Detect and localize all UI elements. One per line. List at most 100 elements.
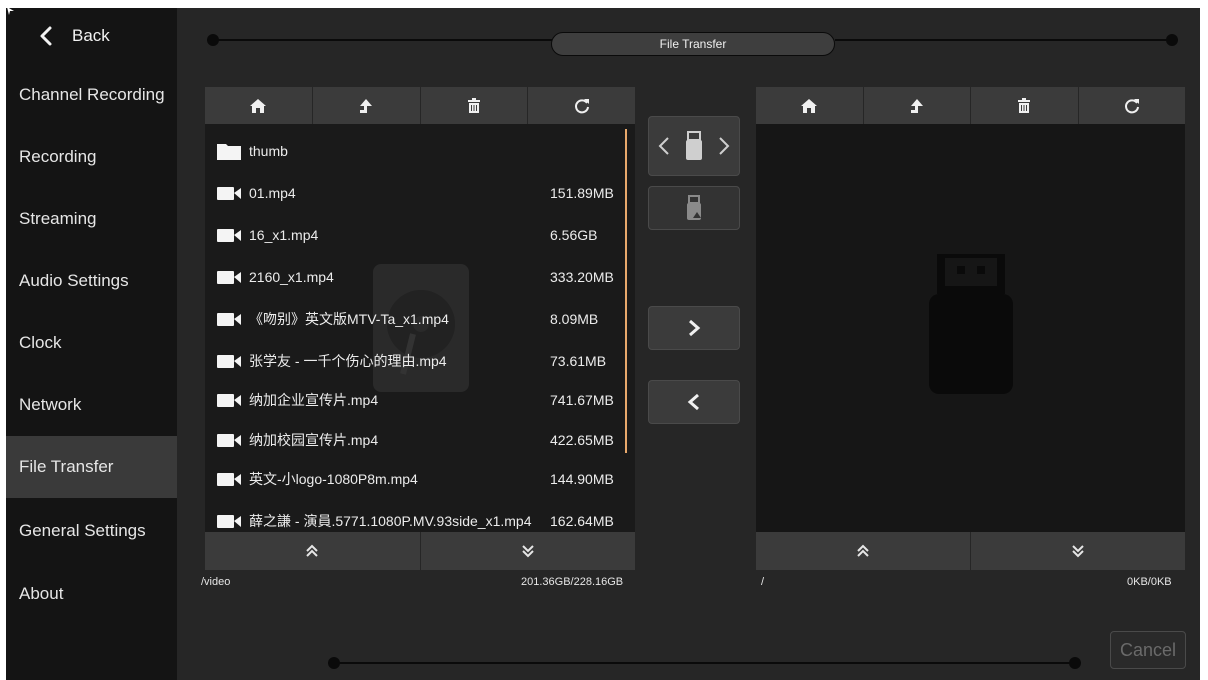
right-path: / — [761, 576, 765, 588]
file-row[interactable]: 01.mp4 151.89MB — [217, 178, 617, 208]
refresh-icon — [1124, 98, 1139, 113]
left-capacity: 201.36GB/228.16GB — [521, 576, 624, 588]
file-size: 422.65MB — [550, 432, 614, 448]
folder-icon — [217, 144, 241, 160]
left-home-button[interactable] — [205, 87, 313, 124]
mouse-cursor-icon — [7, 7, 14, 15]
main-content: File Transfer thumb 01.mp4 151.89MB 16_x… — [177, 8, 1200, 680]
right-up-button[interactable] — [863, 87, 971, 124]
file-size: 73.61MB — [550, 353, 607, 369]
trash-icon — [1018, 97, 1031, 113]
left-toolbar — [205, 87, 635, 124]
cancel-button[interactable]: Cancel — [1110, 631, 1186, 669]
usb-switch-button[interactable] — [648, 116, 740, 176]
right-page-down-button[interactable] — [971, 532, 1185, 570]
file-row[interactable]: thumb — [217, 136, 617, 166]
refresh-icon — [574, 98, 589, 113]
right-page-up-button[interactable] — [756, 532, 971, 570]
sidebar: Back Channel Recording Recording Streami… — [6, 8, 177, 680]
sidebar-item-channel-recording[interactable]: Channel Recording — [6, 64, 177, 126]
file-row[interactable]: 2160_x1.mp4 333.20MB — [217, 262, 617, 292]
file-name: 英文-小logo-1080P8m.mp4 — [249, 471, 418, 487]
file-name: 张学友 - 一千个伤心的理由.mp4 — [249, 353, 447, 369]
file-size: 162.64MB — [550, 513, 614, 529]
sidebar-item-recording[interactable]: Recording — [6, 126, 177, 188]
usb-file-list — [756, 124, 1185, 532]
right-home-button[interactable] — [756, 87, 864, 124]
file-size: 151.89MB — [550, 185, 614, 201]
sidebar-item-file-transfer[interactable]: File Transfer — [6, 436, 177, 498]
double-chevron-down-icon — [522, 545, 534, 558]
video-camera-icon — [217, 271, 241, 284]
usb-eject-button[interactable] — [648, 186, 740, 230]
sidebar-item-streaming[interactable]: Streaming — [6, 188, 177, 250]
sidebar-item-audio-settings[interactable]: Audio Settings — [6, 250, 177, 312]
left-path: /video — [201, 576, 231, 588]
home-icon — [801, 98, 818, 113]
right-capacity: 0KB/0KB — [1127, 576, 1172, 588]
file-row[interactable]: 16_x1.mp4 6.56GB — [217, 220, 617, 250]
footer-right-dot — [1069, 657, 1081, 669]
file-row[interactable]: 英文-小logo-1080P8m.mp4 144.90MB — [217, 464, 617, 494]
left-page-up-button[interactable] — [205, 532, 421, 570]
left-refresh-button[interactable] — [528, 87, 635, 124]
header-left-line — [213, 39, 553, 41]
upload-icon — [910, 98, 923, 113]
file-name: 薛之謙 - 演員.5771.1080P.MV.93side_x1.mp4 — [249, 513, 532, 529]
local-file-list: thumb 01.mp4 151.89MB 16_x1.mp4 6.56GB 2… — [205, 124, 635, 532]
file-name: 纳加企业宣传片.mp4 — [249, 392, 379, 408]
file-name: 16_x1.mp4 — [249, 227, 319, 243]
file-name: thumb — [249, 143, 288, 159]
video-camera-icon — [217, 229, 241, 242]
file-name: 《吻别》英文版MTV-Ta_x1.mp4 — [249, 311, 449, 327]
back-label: Back — [72, 26, 110, 45]
video-camera-icon — [217, 434, 241, 447]
file-size: 6.56GB — [550, 227, 598, 243]
file-row[interactable]: 纳加企业宣传片.mp4 741.67MB — [217, 385, 617, 415]
right-toolbar — [756, 87, 1185, 124]
video-camera-icon — [217, 355, 241, 368]
left-pager — [205, 532, 635, 570]
chevron-left-icon — [40, 26, 52, 46]
sidebar-item-network[interactable]: Network — [6, 374, 177, 436]
home-icon — [250, 98, 267, 113]
back-button[interactable]: Back — [6, 8, 177, 64]
left-scrollbar[interactable] — [625, 129, 627, 453]
file-name: 01.mp4 — [249, 185, 296, 201]
page-title: File Transfer — [551, 32, 835, 56]
file-size: 741.67MB — [550, 392, 614, 408]
file-row[interactable]: 张学友 - 一千个伤心的理由.mp4 73.61MB — [217, 346, 617, 376]
left-up-button[interactable] — [312, 87, 421, 124]
header-right-dot — [1166, 34, 1178, 46]
transfer-right-button[interactable] — [648, 306, 740, 350]
transfer-left-button[interactable] — [648, 380, 740, 424]
file-row[interactable]: 《吻别》英文版MTV-Ta_x1.mp4 8.09MB — [217, 304, 617, 334]
right-pager — [756, 532, 1185, 570]
right-delete-button[interactable] — [971, 87, 1079, 124]
file-size: 8.09MB — [550, 311, 599, 327]
double-chevron-up-icon — [306, 544, 318, 557]
file-row[interactable]: 纳加校园宣传片.mp4 422.65MB — [217, 425, 617, 455]
double-chevron-down-icon — [1072, 545, 1084, 558]
video-camera-icon — [217, 187, 241, 200]
left-delete-button[interactable] — [420, 87, 529, 124]
video-camera-icon — [217, 473, 241, 486]
file-size: 144.90MB — [550, 471, 614, 487]
usb-eject-icon — [687, 195, 701, 220]
file-name: 2160_x1.mp4 — [249, 269, 334, 285]
video-camera-icon — [217, 313, 241, 326]
sidebar-item-general-settings[interactable]: General Settings — [6, 500, 177, 562]
chevron-right-icon — [689, 319, 701, 337]
left-page-down-button[interactable] — [420, 532, 635, 570]
footer-line — [334, 662, 1074, 664]
usb-drive-watermark-icon — [929, 254, 1013, 394]
file-size: 333.20MB — [550, 269, 614, 285]
sidebar-item-about[interactable]: About — [6, 563, 177, 625]
file-name: 纳加校园宣传片.mp4 — [249, 432, 379, 448]
trash-icon — [467, 97, 480, 113]
right-refresh-button[interactable] — [1078, 87, 1185, 124]
usb-switch-icon — [658, 131, 730, 160]
video-camera-icon — [217, 515, 241, 528]
sidebar-item-clock[interactable]: Clock — [6, 312, 177, 374]
header-right-line — [835, 39, 1171, 41]
